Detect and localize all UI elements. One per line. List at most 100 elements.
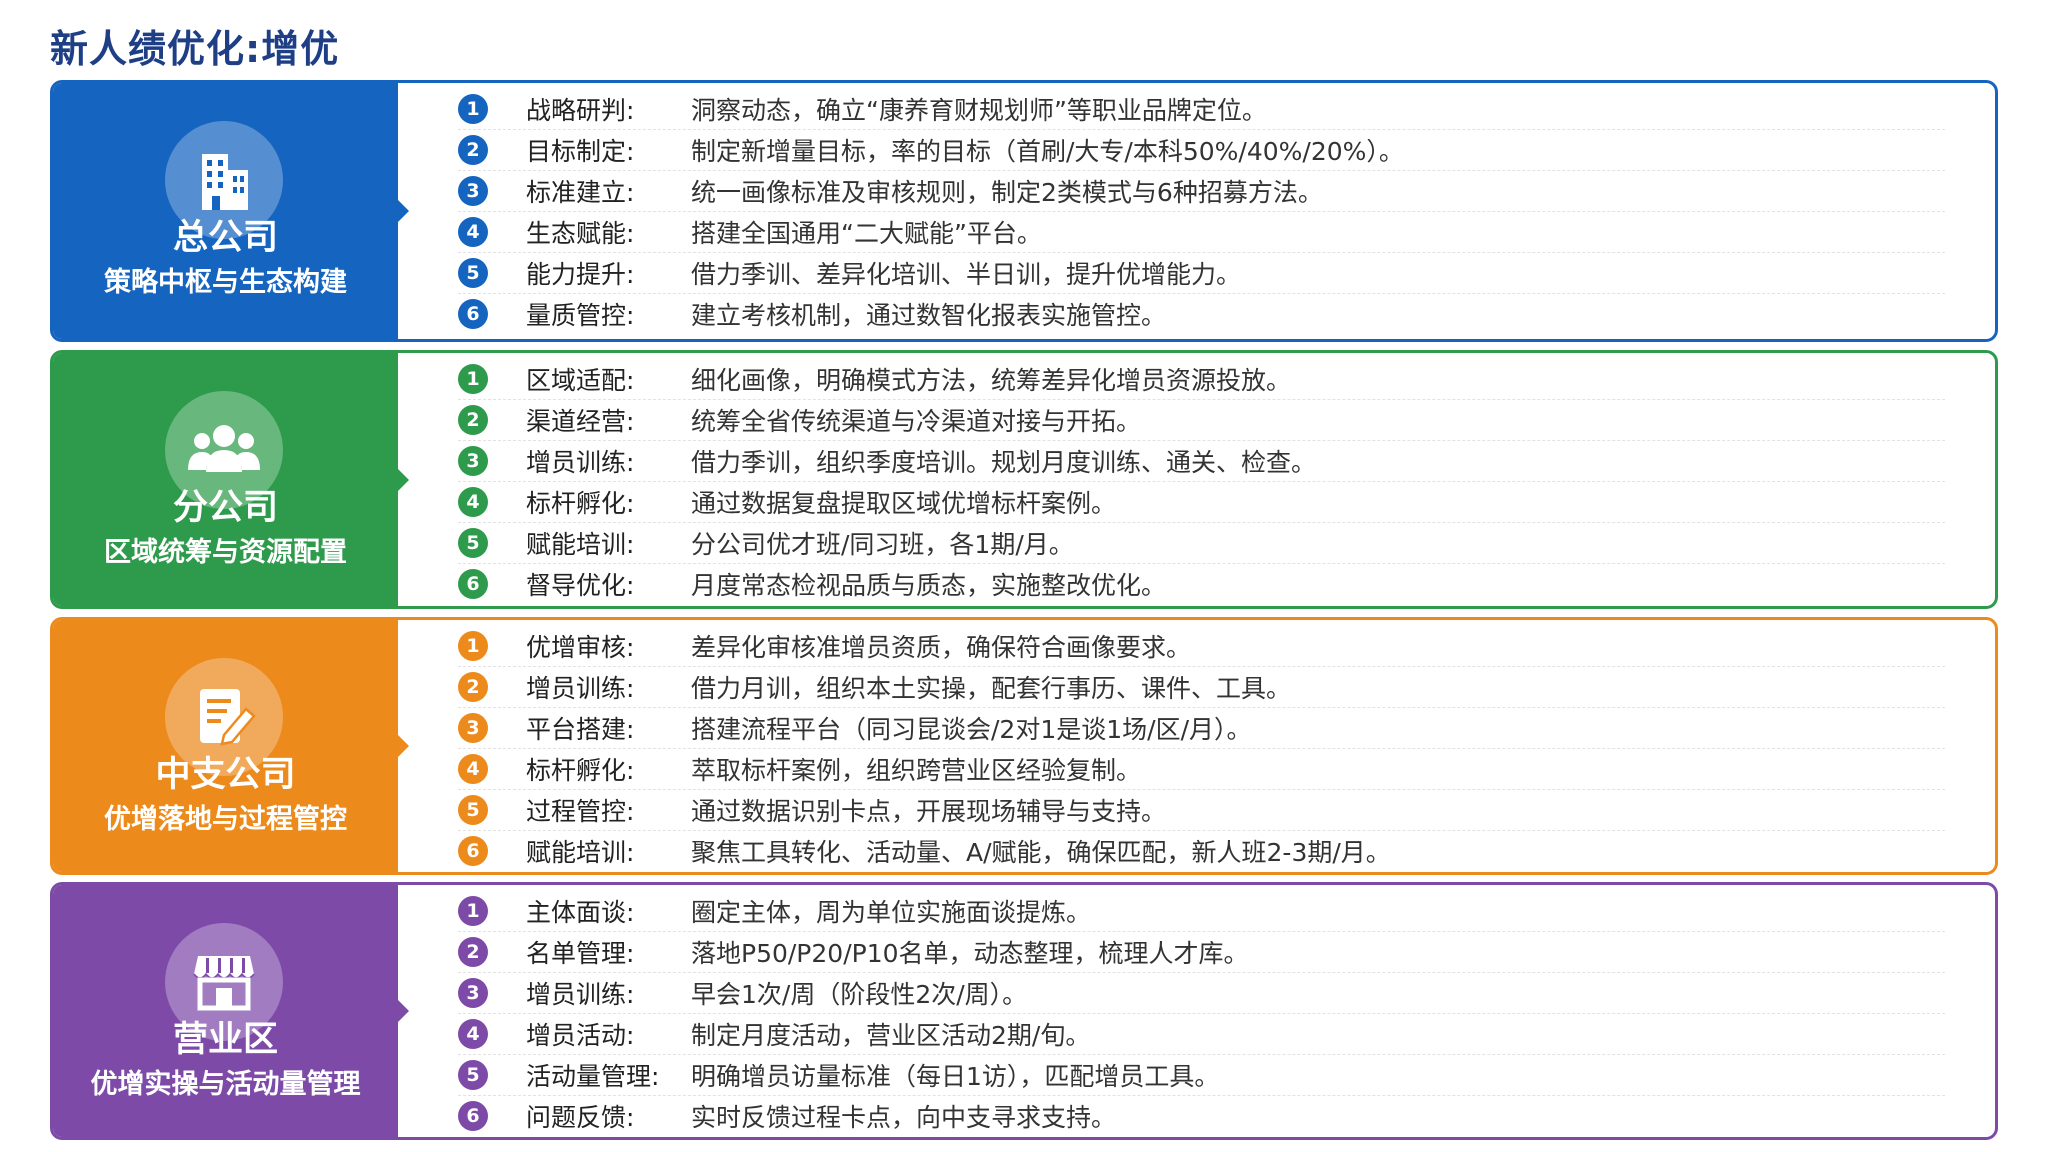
list-item: 3 平台搭建: 搭建流程平台（同习昆谈会/2对1是谈1场/区/月）。 (458, 708, 1945, 749)
item-label: 活动量管理: (526, 1062, 660, 1091)
section-header: 中支公司 优增落地与过程管控 (53, 620, 409, 872)
number-badge: 5 (458, 1060, 488, 1090)
number-badge: 6 (458, 569, 488, 599)
item-list: 1 区域适配: 细化画像，明确模式方法，统筹差异化增员资源投放。 2 渠道经营: 统筹全… (458, 359, 1945, 604)
list-item: 3 标准建立: 统一画像标准及审核规则，制定2类模式与6种招募方法。 (458, 171, 1945, 212)
item-label: 区域适配: (526, 366, 635, 395)
number-badge: 3 (458, 978, 488, 1008)
item-label: 过程管控: (526, 797, 635, 826)
list-item: 6 量质管控: 建立考核机制，通过数智化报表实施管控。 (458, 294, 1945, 334)
number-badge: 1 (458, 631, 488, 661)
list-item: 1 区域适配: 细化画像，明确模式方法，统筹差异化增员资源投放。 (458, 359, 1945, 400)
list-item: 5 活动量管理: 明确增员访量标准（每日1访），匹配增员工具。 (458, 1055, 1945, 1096)
item-text: 统筹全省传统渠道与冷渠道对接与开拓。 (691, 407, 1142, 436)
item-label: 生态赋能: (526, 219, 635, 248)
item-text: 建立考核机制，通过数智化报表实施管控。 (691, 301, 1167, 330)
number-badge: 6 (458, 836, 488, 866)
list-item: 6 督导优化: 月度常态检视品质与质态，实施整改优化。 (458, 564, 1945, 604)
item-label: 平台搭建: (526, 715, 635, 744)
item-label: 增员活动: (526, 1021, 635, 1050)
list-item: 2 渠道经营: 统筹全省传统渠道与冷渠道对接与开拓。 (458, 400, 1945, 441)
item-label: 标准建立: (526, 178, 635, 207)
item-text: 通过数据识别卡点，开展现场辅导与支持。 (691, 797, 1167, 826)
list-item: 1 优增审核: 差异化审核准增员资质，确保符合画像要求。 (458, 626, 1945, 667)
number-badge: 2 (458, 672, 488, 702)
list-item: 2 增员训练: 借力月训，组织本土实操，配套行事历、课件、工具。 (458, 667, 1945, 708)
item-list: 1 战略研判: 洞察动态，确立“康养育财规划师”等职业品牌定位。 2 目标制定: 制定新… (458, 89, 1945, 334)
item-text: 制定新增量目标，率的目标（首刷/大专/本科50%/40%/20%）。 (691, 137, 1404, 166)
number-badge: 4 (458, 487, 488, 517)
list-item: 4 增员活动: 制定月度活动，营业区活动2期/旬。 (458, 1014, 1945, 1055)
section-sales-area: 营业区 优增实操与活动量管理 1 主体面谈: 圈定主体，周为单位实施面谈提炼。 2 名… (50, 882, 1998, 1140)
item-label: 名单管理: (526, 939, 635, 968)
item-label: 渠道经营: (526, 407, 635, 436)
item-text: 搭建流程平台（同习昆谈会/2对1是谈1场/区/月）。 (691, 715, 1252, 744)
number-badge: 5 (458, 795, 488, 825)
list-item: 4 标杆孵化: 通过数据复盘提取区域优增标杆案例。 (458, 482, 1945, 523)
section-title: 总公司 (172, 218, 278, 258)
item-label: 赋能培训: (526, 838, 635, 867)
list-item: 5 过程管控: 通过数据识别卡点，开展现场辅导与支持。 (458, 790, 1945, 831)
item-text: 制定月度活动，营业区活动2期/旬。 (691, 1021, 1091, 1050)
item-label: 量质管控: (526, 301, 635, 330)
item-list: 1 主体面谈: 圈定主体，周为单位实施面谈提炼。 2 名单管理: 落地P50/P20/P… (458, 891, 1945, 1136)
number-badge: 4 (458, 1019, 488, 1049)
item-label: 标杆孵化: (526, 489, 635, 518)
section-subtitle: 策略中枢与生态构建 (104, 267, 347, 298)
item-text: 洞察动态，确立“康养育财规划师”等职业品牌定位。 (691, 96, 1267, 125)
item-text: 通过数据复盘提取区域优增标杆案例。 (691, 489, 1117, 518)
item-label: 增员训练: (526, 980, 635, 1009)
number-badge: 2 (458, 135, 488, 165)
number-badge: 6 (458, 299, 488, 329)
list-item: 3 增员训练: 早会1次/周（阶段性2次/周）。 (458, 973, 1945, 1014)
number-badge: 1 (458, 94, 488, 124)
list-item: 6 问题反馈: 实时反馈过程卡点，向中支寻求支持。 (458, 1096, 1945, 1136)
item-text: 借力季训、差异化培训、半日训，提升优增能力。 (691, 260, 1242, 289)
item-label: 能力提升: (526, 260, 635, 289)
number-badge: 4 (458, 754, 488, 784)
item-label: 问题反馈: (526, 1103, 635, 1132)
item-text: 圈定主体，周为单位实施面谈提炼。 (691, 898, 1092, 927)
item-label: 目标制定: (526, 137, 635, 166)
number-badge: 6 (458, 1101, 488, 1131)
list-item: 4 生态赋能: 搭建全国通用“二大赋能”平台。 (458, 212, 1945, 253)
item-text: 统一画像标准及审核规则，制定2类模式与6种招募方法。 (691, 178, 1323, 207)
number-badge: 1 (458, 364, 488, 394)
item-text: 月度常态检视品质与质态，实施整改优化。 (691, 571, 1167, 600)
item-label: 赋能培训: (526, 530, 635, 559)
list-item: 2 名单管理: 落地P50/P20/P10名单，动态整理，梳理人才库。 (458, 932, 1945, 973)
item-text: 萃取标杆案例，组织跨营业区经验复制。 (691, 756, 1142, 785)
item-text: 落地P50/P20/P10名单，动态整理，梳理人才库。 (691, 939, 1249, 968)
item-text: 差异化审核准增员资质，确保符合画像要求。 (691, 633, 1192, 662)
section-header: 分公司 区域统筹与资源配置 (53, 353, 409, 606)
item-label: 主体面谈: (526, 898, 635, 927)
number-badge: 3 (458, 176, 488, 206)
section-sub-branch: 中支公司 优增落地与过程管控 1 优增审核: 差异化审核准增员资质，确保符合画像要求… (50, 617, 1998, 875)
section-subtitle: 优增实操与活动量管理 (90, 1069, 361, 1100)
item-label: 战略研判: (526, 96, 635, 125)
section-header: 营业区 优增实操与活动量管理 (53, 885, 409, 1137)
item-label: 增员训练: (526, 448, 635, 477)
item-text: 聚焦工具转化、活动量、A/赋能，确保匹配，新人班2-3期/月。 (691, 838, 1391, 867)
item-label: 督导优化: (526, 571, 635, 600)
section-branch: 分公司 区域统筹与资源配置 1 区域适配: 细化画像，明确模式方法，统筹差异化增员资… (50, 350, 1998, 609)
number-badge: 1 (458, 896, 488, 926)
section-subtitle: 优增落地与过程管控 (104, 804, 347, 835)
section-header: 总公司 策略中枢与生态构建 (53, 83, 409, 339)
item-text: 借力月训，组织本土实操，配套行事历、课件、工具。 (691, 674, 1292, 703)
number-badge: 4 (458, 217, 488, 247)
page-title: 新人绩优化:增优 (50, 27, 340, 71)
item-list: 1 优增审核: 差异化审核准增员资质，确保符合画像要求。 2 增员训练: 借力月训，组织… (458, 626, 1945, 871)
list-item: 5 能力提升: 借力季训、差异化培训、半日训，提升优增能力。 (458, 253, 1945, 294)
section-headquarters: 总公司 策略中枢与生态构建 1 战略研判: 洞察动态，确立“康养育财规划师”等职业品… (50, 80, 1998, 342)
number-badge: 5 (458, 258, 488, 288)
section-title: 分公司 (172, 488, 278, 528)
item-text: 搭建全国通用“二大赋能”平台。 (691, 219, 1042, 248)
item-label: 标杆孵化: (526, 756, 635, 785)
list-item: 4 标杆孵化: 萃取标杆案例，组织跨营业区经验复制。 (458, 749, 1945, 790)
list-item: 2 目标制定: 制定新增量目标，率的目标（首刷/大专/本科50%/40%/20%）。 (458, 130, 1945, 171)
list-item: 1 主体面谈: 圈定主体，周为单位实施面谈提炼。 (458, 891, 1945, 932)
list-item: 1 战略研判: 洞察动态，确立“康养育财规划师”等职业品牌定位。 (458, 89, 1945, 130)
number-badge: 5 (458, 528, 488, 558)
number-badge: 2 (458, 405, 488, 435)
